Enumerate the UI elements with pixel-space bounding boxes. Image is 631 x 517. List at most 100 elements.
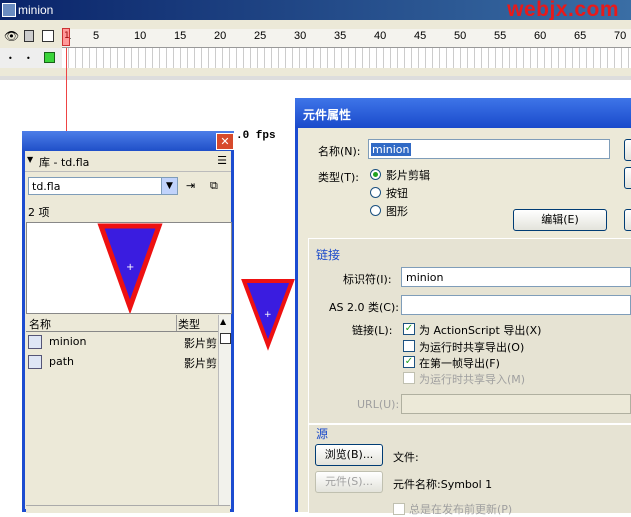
- window-title: minion: [18, 3, 54, 17]
- library-title: 库 - td.fla: [39, 156, 90, 169]
- radio-movieclip[interactable]: [370, 169, 381, 180]
- checkbox-export-first-frame-label: 在第一帧导出(F): [419, 357, 500, 370]
- ok-button[interactable]: [624, 139, 631, 161]
- linkage-label: 链接(L):: [352, 324, 393, 337]
- chevron-down-icon[interactable]: ▼: [27, 155, 33, 164]
- options-menu-icon[interactable]: ☰: [217, 154, 227, 167]
- svg-text:+: +: [264, 310, 272, 320]
- layer-color-icon[interactable]: [44, 52, 55, 63]
- pin-icon[interactable]: ⇥: [186, 179, 200, 193]
- radio-movieclip-label: 影片剪辑: [386, 169, 430, 182]
- library-column-header: 名称 类型: [26, 315, 218, 332]
- scroll-thumb[interactable]: [220, 333, 231, 344]
- layer-row[interactable]: • •: [0, 48, 62, 68]
- cancel-button[interactable]: [624, 167, 631, 189]
- library-item-count: 2 项: [28, 206, 50, 219]
- chevron-down-icon[interactable]: ▼: [161, 178, 177, 194]
- name-input-value: minion: [371, 143, 411, 156]
- checkbox-import-runtime-sharing-label: 为运行时共享导入(M): [419, 373, 526, 386]
- col-divider: [176, 315, 177, 331]
- item-name: minion: [49, 335, 87, 348]
- lock-icon[interactable]: [24, 30, 34, 42]
- radio-graphic-label: 图形: [386, 205, 408, 218]
- library-item-row[interactable]: minion 影片剪: [26, 333, 218, 351]
- col-type-header[interactable]: 类型: [178, 316, 200, 332]
- layer-lock-dot-icon: •: [26, 54, 31, 63]
- checkbox-always-update[interactable]: [393, 503, 405, 515]
- layer-dot-icon: •: [8, 54, 13, 63]
- ruler-number: 65: [574, 30, 587, 42]
- library-scrollbar[interactable]: ▲: [218, 315, 231, 505]
- ruler-number: 45: [414, 30, 427, 42]
- ruler-number: 15: [174, 30, 187, 42]
- movieclip-icon: [28, 335, 42, 349]
- ruler-number: 40: [374, 30, 387, 42]
- advanced-button[interactable]: [624, 209, 631, 231]
- checkbox-export-runtime-sharing-label: 为运行时共享导出(O): [419, 341, 525, 354]
- identifier-label: 标识符(I):: [343, 273, 392, 286]
- watermark-text: webjx.com: [507, 0, 619, 21]
- checkbox-always-update-label: 总是在发布前更新(P): [409, 503, 513, 516]
- checkbox-export-first-frame[interactable]: ✓: [403, 356, 415, 368]
- ruler-number: 25: [254, 30, 267, 42]
- checkbox-export-runtime-sharing[interactable]: [403, 340, 415, 352]
- symbol-name-text: 元件名称:Symbol 1: [393, 478, 493, 491]
- ruler-number: 20: [214, 30, 227, 42]
- col-name-header[interactable]: 名称: [29, 316, 51, 332]
- url-label: URL(U):: [357, 398, 400, 411]
- library-header[interactable]: ▼ 库 - td.fla ☰: [25, 151, 231, 172]
- identifier-value: minion: [406, 271, 444, 284]
- item-type: 影片剪: [184, 337, 217, 350]
- as-class-label: AS 2.0 类(C):: [329, 301, 399, 314]
- identifier-input[interactable]: minion: [401, 267, 631, 287]
- ruler-number: 55: [494, 30, 507, 42]
- name-label: 名称(N):: [318, 145, 361, 158]
- library-title-bar[interactable]: [22, 131, 234, 151]
- frame-strip[interactable]: [62, 48, 631, 68]
- item-type: 影片剪: [184, 357, 217, 370]
- checkbox-export-actionscript-label: 为 ActionScript 导出(X): [419, 324, 542, 337]
- preview-triangle: +: [97, 223, 163, 315]
- checkbox-import-runtime-sharing[interactable]: [403, 372, 415, 384]
- browse-button[interactable]: 浏览(B)...: [315, 444, 383, 466]
- radio-button[interactable]: [370, 187, 381, 198]
- item-name: path: [49, 355, 75, 368]
- checkbox-export-actionscript[interactable]: ✓: [403, 323, 415, 335]
- new-library-icon[interactable]: ⧉: [210, 179, 224, 193]
- linkage-section-title: 链接: [316, 248, 341, 262]
- source-section-title: 源: [316, 427, 329, 441]
- fps-readout: .0 fps: [236, 130, 276, 142]
- close-icon[interactable]: ✕: [216, 133, 234, 150]
- scroll-up-icon[interactable]: ▲: [220, 317, 226, 326]
- file-label: 文件:: [393, 451, 419, 464]
- symbol-button[interactable]: 元件(S)...: [315, 471, 383, 493]
- edit-button[interactable]: 编辑(E): [513, 209, 607, 231]
- outline-icon[interactable]: [42, 30, 54, 42]
- dialog-title-bar[interactable]: 元件属性: [295, 98, 631, 128]
- ruler-number: 70: [614, 30, 627, 42]
- ruler-number: 30: [294, 30, 307, 42]
- library-preview: +: [26, 222, 232, 315]
- as-class-input[interactable]: [401, 295, 631, 315]
- ruler-number: 5: [93, 30, 100, 42]
- radio-graphic[interactable]: [370, 205, 381, 216]
- ruler-number: 10: [134, 30, 147, 42]
- ruler-number: 35: [334, 30, 347, 42]
- dialog-title: 元件属性: [303, 108, 352, 122]
- flash-app-icon: [2, 3, 16, 17]
- radio-button-label: 按钮: [386, 187, 408, 200]
- library-file-combo[interactable]: td.fla ▼: [28, 177, 178, 195]
- combo-value: td.fla: [32, 180, 61, 193]
- stage-divider: [0, 76, 631, 80]
- url-input[interactable]: [401, 394, 631, 414]
- svg-text:+: +: [126, 262, 134, 273]
- name-input[interactable]: minion: [368, 139, 610, 159]
- ruler-number: 50: [454, 30, 467, 42]
- ruler-number: 60: [534, 30, 547, 42]
- type-label: 类型(T):: [318, 171, 360, 184]
- movieclip-icon: [28, 355, 42, 369]
- library-item-row[interactable]: path 影片剪: [26, 353, 218, 371]
- eye-icon[interactable]: 👁: [4, 29, 19, 43]
- playhead-handle[interactable]: 1: [62, 28, 70, 46]
- stage-minion-triangle[interactable]: +: [238, 277, 298, 427]
